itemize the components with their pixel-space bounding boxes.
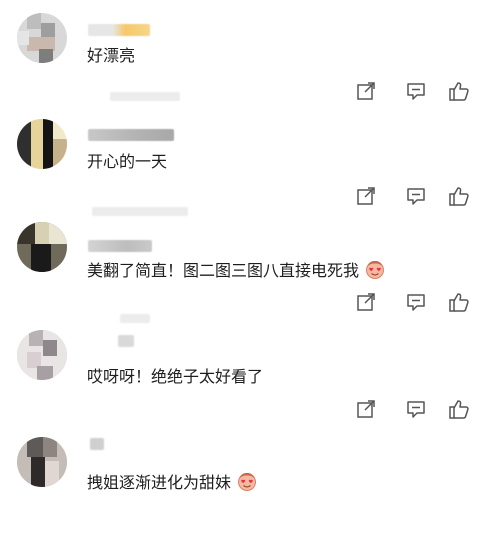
thumbs-up-icon bbox=[449, 400, 469, 419]
comment-item: 好漂亮 bbox=[0, 0, 499, 107]
comment-icon bbox=[407, 401, 425, 418]
like-button[interactable] bbox=[448, 291, 470, 313]
share-icon bbox=[357, 82, 375, 100]
username-redacted[interactable] bbox=[88, 24, 150, 36]
comment-text: 开心的一天 bbox=[87, 152, 168, 171]
comment-text: 拽姐逐渐进化为甜妹 bbox=[87, 472, 257, 493]
share-button[interactable] bbox=[355, 291, 377, 313]
thumbs-up-icon bbox=[449, 187, 469, 206]
share-button[interactable] bbox=[355, 398, 377, 420]
comment-text: 美翻了简直！图二图三图八直接电死我 bbox=[87, 260, 385, 281]
comment-text: 好漂亮 bbox=[87, 46, 136, 65]
comment-item: 哎呀呀！绝绝子太好看了 bbox=[0, 321, 499, 428]
username-redacted[interactable] bbox=[88, 129, 174, 141]
username-redacted[interactable] bbox=[118, 335, 134, 347]
comment-item: 美翻了简直！图二图三图八直接电死我 bbox=[0, 214, 499, 323]
timestamp-redacted bbox=[110, 92, 180, 101]
avatar[interactable] bbox=[17, 119, 67, 169]
avatar[interactable] bbox=[17, 330, 67, 380]
like-button[interactable] bbox=[448, 398, 470, 420]
thumbs-up-icon bbox=[449, 82, 469, 101]
comment-text-content: 拽姐逐渐进化为甜妹 bbox=[87, 473, 232, 492]
share-button[interactable] bbox=[355, 80, 377, 102]
thumbs-up-icon bbox=[449, 293, 469, 312]
share-icon bbox=[357, 293, 375, 311]
comment-item: 开心的一天 bbox=[0, 107, 499, 216]
comment-icon bbox=[407, 188, 425, 205]
comment-actions bbox=[329, 80, 499, 102]
comment-actions bbox=[329, 185, 499, 207]
comment-button[interactable] bbox=[405, 398, 427, 420]
comment-item: 拽姐逐渐进化为甜妹 bbox=[0, 428, 499, 535]
comment-text: 哎呀呀！绝绝子太好看了 bbox=[87, 367, 264, 386]
username-redacted[interactable] bbox=[90, 438, 104, 450]
comment-button[interactable] bbox=[405, 80, 427, 102]
share-icon bbox=[357, 400, 375, 418]
comment-actions bbox=[329, 291, 499, 313]
share-button[interactable] bbox=[355, 185, 377, 207]
avatar[interactable] bbox=[17, 437, 67, 487]
heart-eyes-emoji-icon bbox=[366, 261, 385, 279]
comment-icon bbox=[407, 294, 425, 311]
comment-icon bbox=[407, 83, 425, 100]
comment-button[interactable] bbox=[405, 185, 427, 207]
like-button[interactable] bbox=[448, 80, 470, 102]
comment-text-content: 美翻了简直！图二图三图八直接电死我 bbox=[87, 261, 360, 280]
username-redacted[interactable] bbox=[88, 240, 152, 252]
comment-actions bbox=[329, 398, 499, 420]
heart-eyes-emoji-icon bbox=[238, 473, 257, 491]
comment-button[interactable] bbox=[405, 291, 427, 313]
avatar[interactable] bbox=[17, 222, 67, 272]
avatar[interactable] bbox=[17, 13, 67, 63]
share-icon bbox=[357, 187, 375, 205]
like-button[interactable] bbox=[448, 185, 470, 207]
